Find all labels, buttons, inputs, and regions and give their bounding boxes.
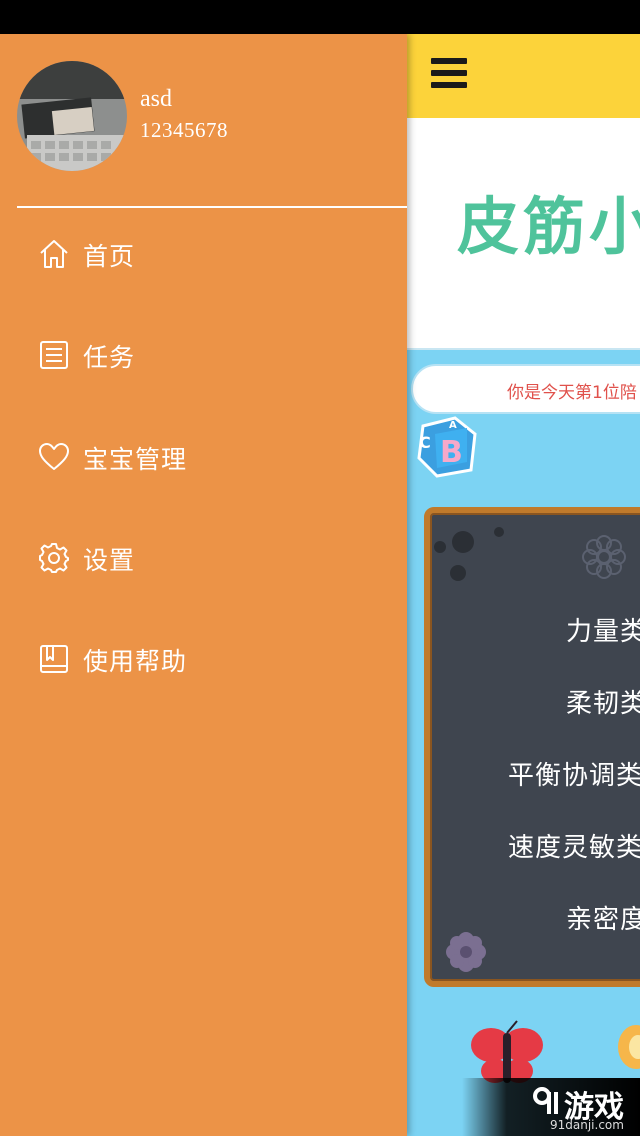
abc-cube-icon: B C A xyxy=(417,416,477,478)
task-list-icon xyxy=(40,341,68,369)
status-bar xyxy=(0,0,640,34)
svg-text:B: B xyxy=(440,435,463,470)
avatar-photo xyxy=(17,61,127,171)
avatar[interactable] xyxy=(17,61,127,171)
user-name: asd xyxy=(140,86,172,112)
svg-text:A: A xyxy=(449,420,457,431)
category-flexibility[interactable]: 柔韧类 xyxy=(566,683,640,720)
board-decoration-dot xyxy=(450,565,466,581)
drawer-divider xyxy=(17,206,407,208)
drawer-item-label: 使用帮助 xyxy=(83,647,188,676)
navigation-drawer: asd 12345678 首页 任务 宝宝管理 设置 使用帮助 xyxy=(0,34,407,1136)
board-decoration-dot xyxy=(434,541,446,553)
hamburger-menu-icon[interactable] xyxy=(431,58,467,94)
category-intimacy[interactable]: 亲密度 xyxy=(566,899,640,936)
watermark-url: 91danji.com xyxy=(550,1118,624,1132)
main-header xyxy=(407,34,640,118)
drawer-item-baby-management[interactable]: 宝宝管理 xyxy=(0,423,407,493)
category-balance[interactable]: 平衡协调类 xyxy=(508,755,640,792)
drawer-item-label: 任务 xyxy=(83,343,136,372)
flower-icon xyxy=(446,932,486,972)
board-decoration-dot xyxy=(494,527,504,537)
watermark-logo xyxy=(533,1087,558,1114)
main-page: 皮筋小 你是今天第1位陪 B C A 力量类 柔韧类 平衡协调类 速度灵敏类 亲… xyxy=(407,34,640,1136)
drawer-item-settings[interactable]: 设置 xyxy=(0,524,407,594)
drawer-item-label: 设置 xyxy=(83,546,136,575)
category-strength[interactable]: 力量类 xyxy=(566,611,640,648)
home-icon xyxy=(40,240,68,268)
gear-icon xyxy=(39,543,69,573)
flower-outline-icon xyxy=(582,535,626,579)
notice-marquee-text: 你是今天第1位陪 xyxy=(507,383,637,403)
drawer-item-help[interactable]: 使用帮助 xyxy=(0,625,407,695)
category-board: 力量类 柔韧类 平衡协调类 速度灵敏类 亲密度 xyxy=(424,507,640,987)
drawer-item-label: 首页 xyxy=(83,242,136,271)
category-speed[interactable]: 速度灵敏类 xyxy=(508,827,640,864)
notice-marquee: 你是今天第1位陪 xyxy=(411,364,640,414)
watermark: 游戏 91danji.com xyxy=(462,1078,640,1136)
board-decoration-dot xyxy=(452,531,474,553)
book-icon xyxy=(40,645,68,673)
svg-text:C: C xyxy=(419,433,431,452)
banner-title: 皮筋小 xyxy=(457,190,640,263)
banner: 皮筋小 xyxy=(407,118,640,350)
drawer-item-home[interactable]: 首页 xyxy=(0,220,407,290)
drawer-item-label: 宝宝管理 xyxy=(83,445,188,474)
heart-icon xyxy=(39,443,69,470)
user-id: 12345678 xyxy=(140,118,228,142)
drawer-item-tasks[interactable]: 任务 xyxy=(0,321,407,391)
